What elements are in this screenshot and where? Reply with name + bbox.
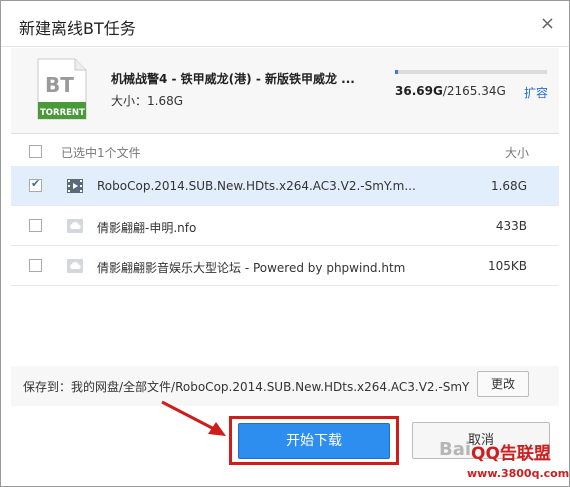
selected-count-label: 已选中1个文件: [61, 146, 141, 160]
file-size: 433B: [495, 219, 527, 233]
torrent-file-icon: BT TORRENT: [37, 58, 87, 120]
task-name: 机械战警4 - 铁甲威龙(港) - 新版铁甲威龙 ...: [111, 72, 355, 86]
close-icon[interactable]: ×: [540, 13, 555, 34]
file-name: 倩影翩翩-申明.nfo: [97, 221, 197, 235]
file-checkbox[interactable]: [29, 177, 42, 192]
select-all-checkbox[interactable]: [29, 145, 42, 158]
task-header: BT TORRENT 机械战警4 - 铁甲威龙(港) - 新版铁甲威龙 ... …: [11, 48, 559, 134]
offline-bt-task-dialog: 新建离线BT任务 × BT TORRENT 机械战警4 - 铁甲威龙(港) - …: [0, 0, 570, 487]
file-row[interactable]: 倩影翩翩-申明.nfo 433B: [11, 206, 559, 246]
dialog-title: 新建离线BT任务: [19, 19, 136, 38]
file-checkbox[interactable]: [29, 259, 42, 272]
torrent-icon-text: BT: [45, 73, 74, 97]
start-download-button[interactable]: 开始下载: [238, 423, 390, 459]
file-checkbox[interactable]: [29, 219, 42, 232]
size-column-header: 大小: [504, 146, 529, 160]
file-row[interactable]: 倩影翩翩影音娱乐大型论坛 - Powered by phpwind.htm 105…: [11, 246, 559, 286]
file-size: 105KB: [487, 259, 527, 273]
task-size: 大小：1.68G: [111, 94, 184, 108]
file-list-header: 已选中1个文件 大小: [11, 141, 559, 163]
quota-text: 36.69G/2165.34G: [395, 84, 506, 98]
save-path-label: 保存到：我的网盘/全部文件/RoboCop.2014.SUB.New.HDts.…: [23, 380, 470, 394]
red-arrow-annotation: [161, 400, 226, 436]
quota-progress-bar: [395, 70, 547, 74]
file-size: 1.68G: [490, 179, 527, 193]
baidu-watermark: Bai: [439, 439, 472, 460]
file-list: RoboCop.2014.SUB.New.HDts.x264.AC3.V2.-S…: [11, 166, 559, 286]
dialog-titlebar: 新建离线BT任务 ×: [1, 1, 569, 47]
quota-total: /2165.34G: [442, 84, 506, 98]
url-watermark: www.3800q.com: [467, 467, 570, 480]
file-row[interactable]: RoboCop.2014.SUB.New.HDts.x264.AC3.V2.-S…: [11, 166, 559, 206]
save-location-bar: 保存到：我的网盘/全部文件/RoboCop.2014.SUB.New.HDts.…: [11, 366, 559, 406]
video-file-icon: [67, 179, 83, 193]
brand-watermark: QQ告联盟: [471, 444, 551, 464]
cloud-file-icon: [67, 259, 83, 273]
quota-used: 36.69G: [395, 84, 443, 98]
change-path-button[interactable]: 更改: [477, 371, 529, 397]
file-name: 倩影翩翩影音娱乐大型论坛 - Powered by phpwind.htm: [97, 261, 406, 275]
quota-progress-fill: [395, 70, 398, 74]
cloud-file-icon: [67, 219, 83, 233]
torrent-icon-label: TORRENT: [40, 108, 85, 118]
expand-storage-link[interactable]: 扩容: [524, 84, 548, 101]
file-name: RoboCop.2014.SUB.New.HDts.x264.AC3.V2.-S…: [97, 179, 416, 193]
